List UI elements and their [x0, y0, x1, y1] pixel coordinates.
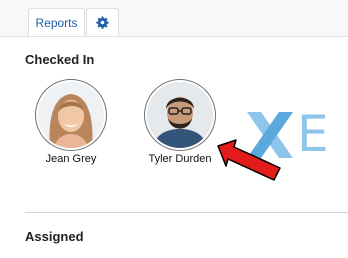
tab-reports-label: Reports — [35, 15, 78, 30]
person-card-tyler-durden[interactable]: Tyler Durden — [140, 82, 220, 165]
red-arrow-pointer-icon — [217, 139, 281, 181]
person-name: Jean Grey — [45, 153, 97, 165]
tab-settings[interactable] — [86, 8, 119, 36]
person-name: Tyler Durden — [148, 153, 212, 165]
section-divider — [25, 212, 348, 213]
section-title-assigned: Assigned — [25, 229, 84, 244]
avatar-photo — [38, 82, 104, 148]
tab-reports[interactable]: Reports — [28, 8, 85, 36]
watermark-letter: E — [297, 105, 329, 163]
avatar[interactable] — [147, 82, 213, 148]
section-title-checked-in: Checked In — [25, 52, 95, 67]
person-card-jean-grey[interactable]: Jean Grey — [31, 82, 111, 165]
avatar[interactable] — [38, 82, 104, 148]
tab-bar: Reports — [0, 0, 348, 37]
avatar-photo — [147, 82, 213, 148]
gear-icon — [96, 16, 109, 29]
